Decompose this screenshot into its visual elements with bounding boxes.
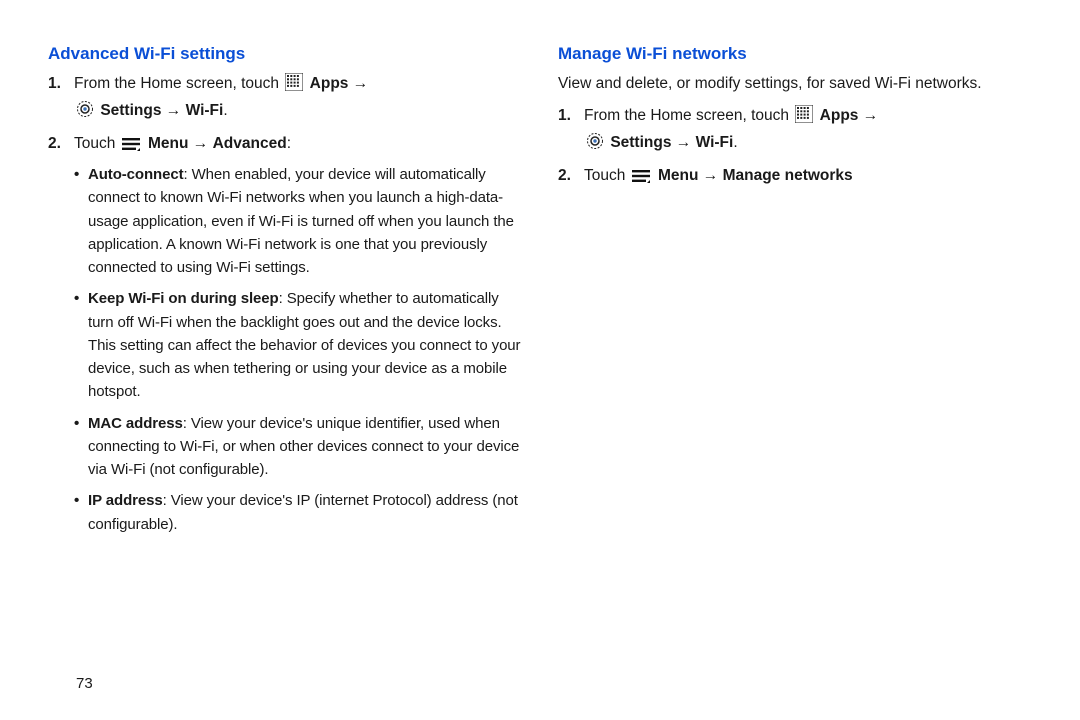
section-title-advanced: Advanced Wi-Fi settings xyxy=(48,44,522,64)
step-2: 2. Touch Menu → Advanced: Auto-connect: … xyxy=(74,132,522,536)
advanced-label: Advanced xyxy=(213,135,287,152)
manage-networks-label: Manage networks xyxy=(723,167,853,184)
bullet-label: MAC address xyxy=(88,415,183,432)
bullet-ip-address: IP address: View your device's IP (inter… xyxy=(74,489,522,536)
right-column: Manage Wi-Fi networks View and delete, o… xyxy=(540,40,1050,700)
arrow-icon: → xyxy=(863,107,879,124)
step-text: Touch xyxy=(74,135,115,152)
wifi-label: Wi-Fi xyxy=(186,102,224,119)
period: . xyxy=(223,102,227,119)
apps-label: Apps xyxy=(820,107,859,124)
bullet-keep-wifi-sleep: Keep Wi-Fi on during sleep: Specify whet… xyxy=(74,287,522,403)
step-2: 2. Touch Menu → Manage networks xyxy=(584,164,1032,191)
manual-page: Advanced Wi-Fi settings 1. From the Home… xyxy=(0,0,1080,720)
step-number: 1. xyxy=(48,72,61,96)
bullet-auto-connect: Auto-connect: When enabled, your device … xyxy=(74,163,522,279)
menu-hamburger-icon xyxy=(122,135,142,159)
apps-label: Apps xyxy=(310,75,349,92)
arrow-icon: → xyxy=(166,102,182,119)
step-number: 1. xyxy=(558,104,571,128)
step-text: From the Home screen, touch xyxy=(584,107,789,124)
section-title-manage: Manage Wi-Fi networks xyxy=(558,44,1032,64)
wifi-label: Wi-Fi xyxy=(696,134,734,151)
steps-list: 1. From the Home screen, touch Apps → Se… xyxy=(558,104,1032,191)
bullet-label: Auto-connect xyxy=(88,166,183,183)
settings-gear-icon xyxy=(586,132,604,158)
apps-grid-icon xyxy=(285,73,303,99)
step-number: 2. xyxy=(48,132,61,156)
menu-label: Menu xyxy=(658,167,698,184)
step-1: 1. From the Home screen, touch Apps → Se… xyxy=(584,104,1032,158)
period: . xyxy=(733,134,737,151)
step-text: From the Home screen, touch xyxy=(74,75,279,92)
bullet-label: IP address xyxy=(88,492,163,509)
arrow-icon: → xyxy=(193,135,209,152)
bullet-mac-address: MAC address: View your device's unique i… xyxy=(74,412,522,482)
apps-grid-icon xyxy=(795,105,813,131)
menu-hamburger-icon xyxy=(632,167,652,191)
bullet-label: Keep Wi-Fi on during sleep xyxy=(88,290,279,307)
arrow-icon: → xyxy=(703,167,719,184)
intro-text: View and delete, or modify settings, for… xyxy=(558,72,1032,96)
settings-label: Settings xyxy=(100,102,161,119)
settings-label: Settings xyxy=(610,134,671,151)
arrow-icon: → xyxy=(353,75,369,92)
menu-label: Menu xyxy=(148,135,188,152)
colon: : xyxy=(287,135,291,152)
step-text: Touch xyxy=(584,167,625,184)
settings-gear-icon xyxy=(76,100,94,126)
arrow-icon: → xyxy=(676,134,692,151)
steps-list: 1. From the Home screen, touch Apps → Se… xyxy=(48,72,522,536)
step-number: 2. xyxy=(558,164,571,188)
bullets-list: Auto-connect: When enabled, your device … xyxy=(74,163,522,536)
step-1: 1. From the Home screen, touch Apps → Se… xyxy=(74,72,522,126)
page-number: 73 xyxy=(76,675,93,692)
left-column: Advanced Wi-Fi settings 1. From the Home… xyxy=(30,40,540,700)
